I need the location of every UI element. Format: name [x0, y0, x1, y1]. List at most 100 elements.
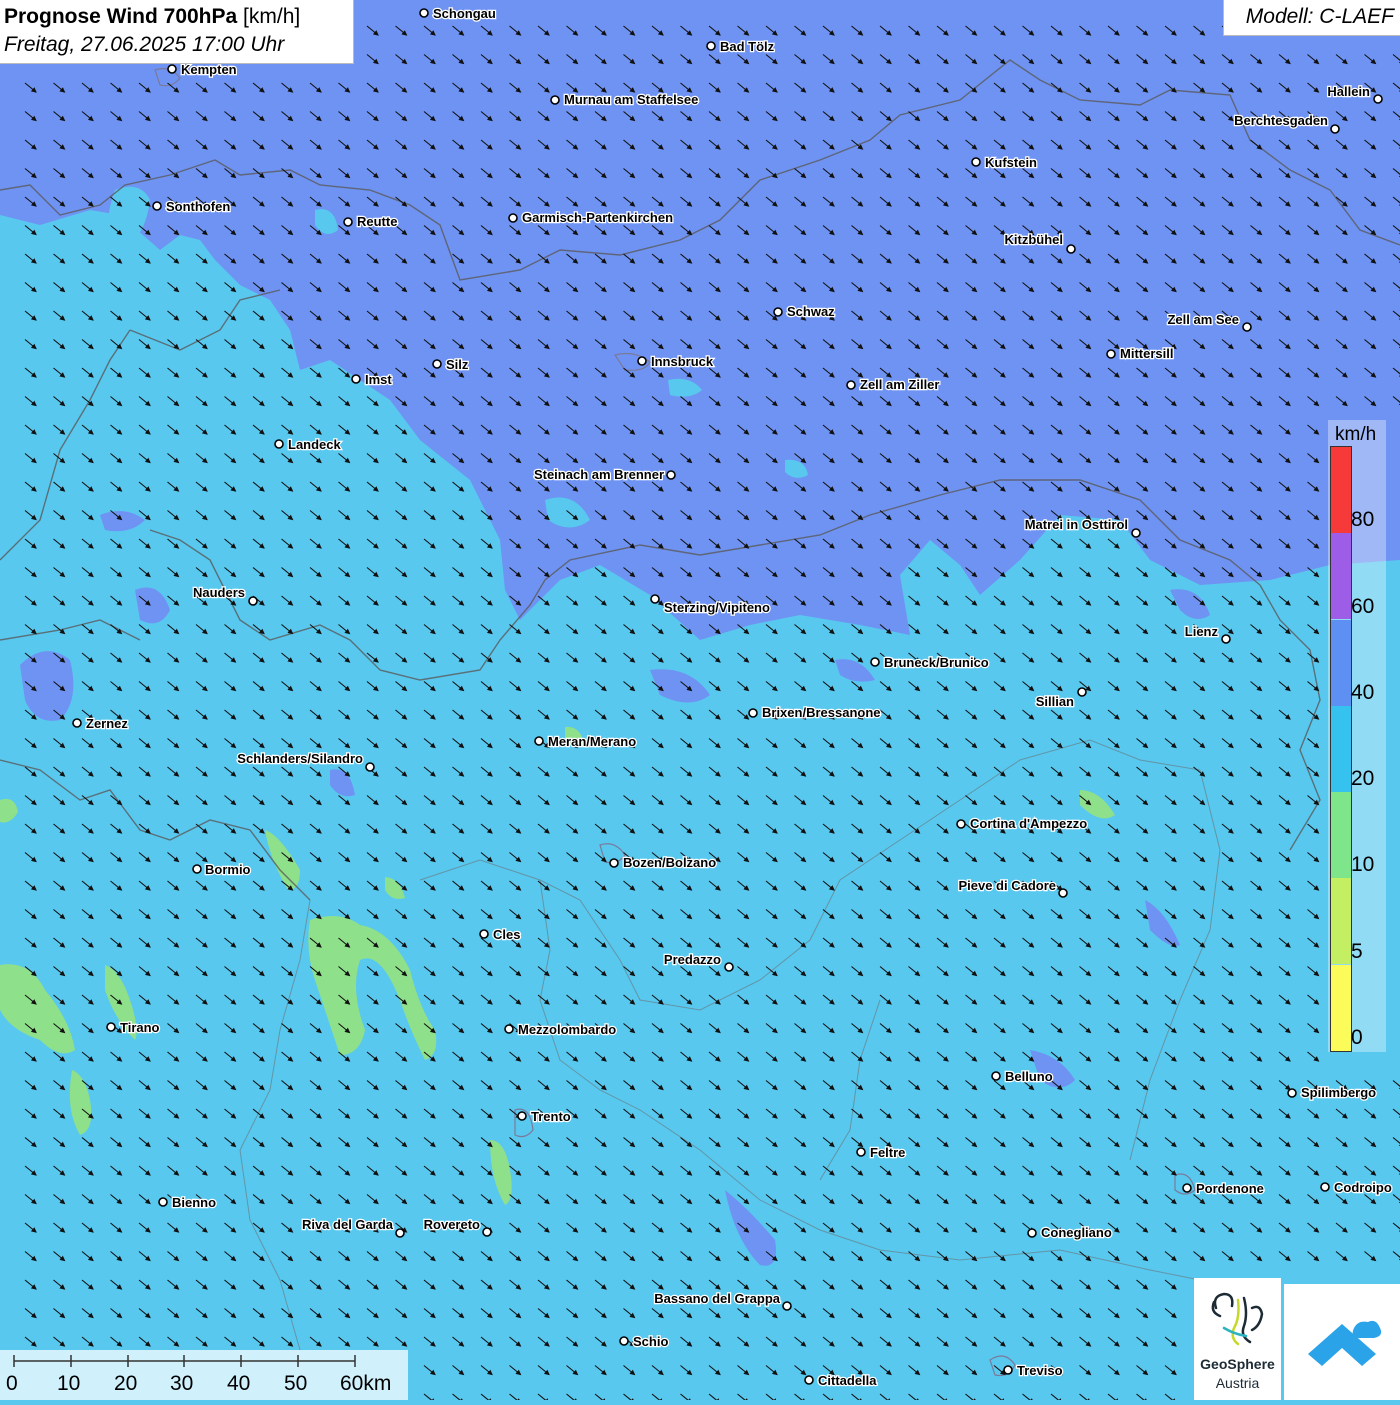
city-dot	[1330, 124, 1340, 134]
legend-tick-label: 60	[1351, 594, 1375, 618]
city-dot	[351, 374, 361, 384]
city-label: Riva del Garda	[302, 1217, 394, 1232]
city-label: Innsbruck	[651, 354, 714, 369]
city-label: Feltre	[870, 1145, 905, 1160]
city-dot	[248, 596, 258, 606]
city-label: Belluno	[1005, 1069, 1053, 1084]
city-dot	[971, 157, 981, 167]
city-label: Lienz	[1185, 624, 1219, 639]
city-label: Schio	[633, 1334, 668, 1349]
city-label: Codroipo	[1334, 1180, 1392, 1195]
city-label: Bassano del Grappa	[654, 1291, 780, 1306]
city-dot	[419, 8, 429, 18]
title-box: Prognose Wind 700hPa [km/h] Freitag, 27.…	[0, 0, 354, 64]
city-dot	[365, 762, 375, 772]
model-box: Modell: C-LAEF	[1223, 0, 1400, 36]
model-label: Modell: C-LAEF	[1245, 5, 1394, 28]
map-title: Prognose Wind 700hPa [km/h]	[4, 5, 301, 28]
city-dot	[619, 1336, 629, 1346]
city-label: Kitzbühel	[1005, 232, 1064, 247]
geosphere-logo[interactable]: GeoSphere Austria	[1194, 1278, 1281, 1400]
city-label: Rovereto	[424, 1217, 480, 1232]
city-label: Sonthofen	[166, 199, 230, 214]
legend-bin-5	[1331, 878, 1351, 965]
city-label: Bienno	[172, 1195, 216, 1210]
scale-label: 60km	[340, 1372, 392, 1395]
city-zell-am-ziller: Zell am Ziller	[846, 376, 941, 393]
legend-bin-0	[1331, 964, 1351, 1051]
city-dot	[991, 1071, 1001, 1081]
city-meran-merano: Meran/Merano	[534, 733, 637, 750]
legend-tick-label: 10	[1351, 853, 1375, 877]
map-datetime: Freitag, 27.06.2025 17:00 Uhr	[4, 33, 285, 56]
city-mezzolombardo: Mezzolombardo	[504, 1021, 618, 1038]
city-dot	[395, 1228, 405, 1238]
city-label: Schwaz	[787, 304, 835, 319]
city-dot	[804, 1375, 814, 1385]
city-dot	[637, 356, 647, 366]
city-dot	[666, 470, 676, 480]
city-dot	[956, 819, 966, 829]
scale-label: 20	[114, 1372, 138, 1395]
city-garmisch-partenkirchen: Garmisch-Partenkirchen	[508, 209, 674, 226]
scale-label: 10	[57, 1372, 81, 1395]
geosphere-logo-name: GeoSphere	[1200, 1356, 1275, 1372]
city-label: Sillian	[1036, 694, 1074, 709]
city-label: Pordenone	[1196, 1181, 1264, 1196]
city-label: Bormio	[205, 862, 251, 877]
city-label: Landeck	[288, 437, 342, 452]
city-dot	[870, 657, 880, 667]
legend-bin-40	[1331, 619, 1351, 706]
city-dot	[274, 439, 284, 449]
city-dot	[782, 1301, 792, 1311]
city-dot	[167, 64, 177, 74]
app-logo-icon	[1308, 1320, 1382, 1366]
city-label: Zernez	[86, 716, 128, 731]
city-bozen-bolzano: Bozen/Bolzano	[609, 854, 717, 871]
city-steinach-am-brenner: Steinach am Brenner	[533, 466, 676, 483]
city-dot	[1287, 1088, 1297, 1098]
legend-bin-20	[1331, 705, 1351, 792]
legend-bin-60	[1331, 533, 1351, 620]
city-dot	[1027, 1228, 1037, 1238]
scale-label: 0	[6, 1372, 18, 1395]
city-dot	[1373, 94, 1383, 104]
city-brixen-bressanone: Brixen/Bressanone	[748, 704, 882, 721]
wind-map[interactable]: Schongau Bad Tölz Kempten Murnau am Staffel…	[0, 0, 1400, 1400]
city-dot	[773, 307, 783, 317]
city-label: Schlanders/Silandro	[237, 751, 363, 766]
city-dot	[152, 201, 162, 211]
city-label: Trento	[531, 1109, 571, 1124]
city-label: Berchtesgaden	[1234, 113, 1328, 128]
scale-label: 50	[284, 1372, 308, 1395]
city-label: Matrei in Osttirol	[1025, 517, 1128, 532]
city-spilimbergo: Spilimbergo	[1287, 1084, 1377, 1101]
city-dot	[609, 858, 619, 868]
city-pordenone: Pordenone	[1182, 1180, 1265, 1197]
city-dot	[748, 708, 758, 718]
geosphere-logo-sub: Austria	[1215, 1375, 1260, 1391]
scale-label: 30	[170, 1372, 194, 1395]
city-label: Silz	[446, 357, 469, 372]
legend-tick-label: 5	[1351, 939, 1363, 963]
city-dot	[650, 594, 660, 604]
city-label: Meran/Merano	[548, 734, 636, 749]
city-dot	[1182, 1183, 1192, 1193]
legend-bin-80	[1331, 446, 1351, 533]
city-label: Brixen/Bressanone	[762, 705, 881, 720]
city-label: Spilimbergo	[1301, 1085, 1376, 1100]
city-label: Predazzo	[664, 952, 721, 967]
city-dot	[504, 1024, 514, 1034]
city-label: Conegliano	[1041, 1225, 1112, 1240]
city-label: Sterzing/Vipiteno	[664, 600, 770, 615]
city-label: Steinach am Brenner	[534, 467, 664, 482]
legend-bin-10	[1331, 792, 1351, 879]
city-dot	[508, 213, 518, 223]
city-dot	[1106, 349, 1116, 359]
city-dot	[1066, 244, 1076, 254]
warning-app-logo[interactable]	[1284, 1284, 1400, 1400]
city-dot	[106, 1022, 116, 1032]
city-dot	[343, 217, 353, 227]
city-label: Kufstein	[985, 155, 1037, 170]
city-dot	[72, 718, 82, 728]
